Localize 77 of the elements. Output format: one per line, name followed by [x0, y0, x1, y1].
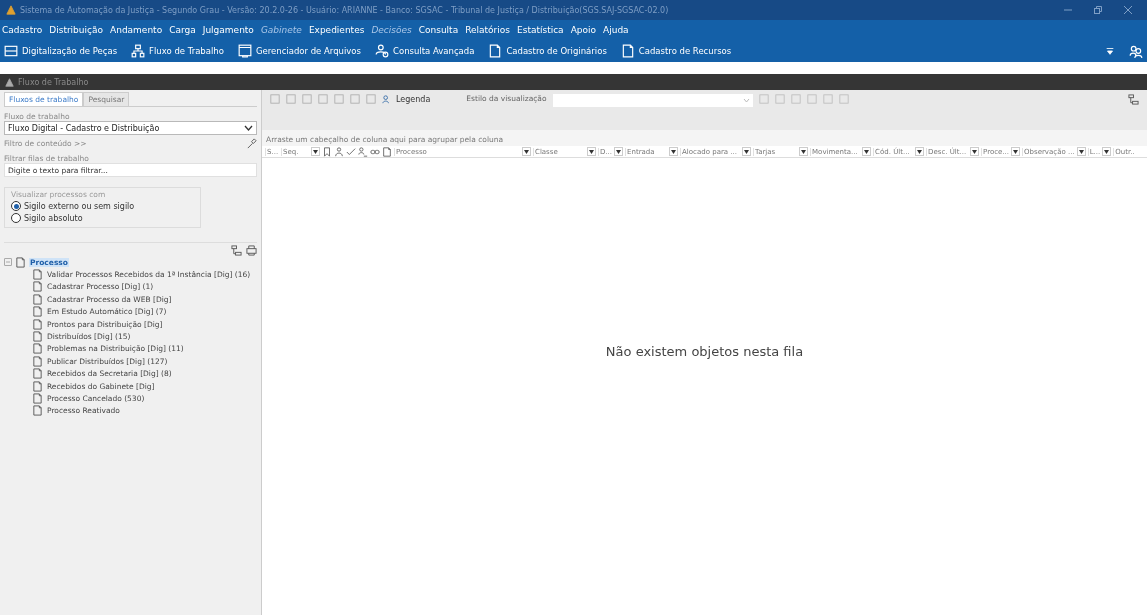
dropdown-icon[interactable]: [1105, 46, 1115, 56]
chevron-down-icon: [742, 98, 750, 103]
menu-item[interactable]: Consulta: [418, 25, 459, 35]
menu-item[interactable]: Distribuição: [49, 25, 103, 35]
column-filter-button[interactable]: [799, 147, 809, 156]
toolbar-button[interactable]: Fluxo de Trabalho: [131, 44, 224, 58]
column-filter-button[interactable]: [614, 147, 624, 156]
menu-item[interactable]: Estatística: [517, 25, 564, 35]
document-icon: [32, 293, 43, 305]
column-filter-button[interactable]: [1011, 147, 1021, 156]
column-filter-button[interactable]: [862, 147, 872, 156]
radio-option[interactable]: Sigilo externo ou sem sigilo: [11, 201, 194, 211]
restore-icon[interactable]: [1094, 6, 1102, 14]
document-icon: [32, 306, 43, 318]
app-logo-icon: [6, 5, 16, 15]
column-filter-button[interactable]: [522, 147, 531, 156]
brush-icon[interactable]: [246, 138, 257, 149]
document-icon: [32, 355, 43, 367]
radio-button[interactable]: [11, 201, 21, 211]
document-icon: [15, 256, 26, 268]
radio-option[interactable]: Sigilo absoluto: [11, 213, 194, 223]
person-icon: [334, 146, 344, 157]
toolbar-button[interactable]: Digitalização de Peças: [4, 44, 118, 58]
close-icon[interactable]: [1124, 6, 1132, 14]
bookmark-icon: [322, 146, 332, 157]
document-icon: [32, 331, 43, 343]
menu-item[interactable]: Julgamento: [202, 25, 254, 35]
users-icon[interactable]: [1129, 44, 1143, 58]
column-filter-button[interactable]: [915, 147, 925, 156]
column-filter-button[interactable]: [970, 147, 980, 156]
document-icon: [32, 343, 43, 355]
scanner-icon: [4, 44, 18, 58]
chevron-down-icon: [244, 125, 253, 131]
printer-icon[interactable]: [246, 245, 257, 256]
hierarchy-icon: [131, 44, 146, 58]
document-icon: [620, 44, 635, 58]
legend-button[interactable]: Legenda: [382, 94, 431, 105]
document-icon: [32, 405, 43, 417]
radio-button[interactable]: [11, 213, 21, 223]
check-icon: [346, 146, 356, 157]
document-icon: [32, 269, 43, 281]
panel-title: Fluxo de Trabalho: [18, 77, 89, 87]
menu-item[interactable]: Expedientes: [308, 25, 365, 35]
document-icon: [32, 368, 43, 380]
menu-item[interactable]: Andamento: [110, 25, 163, 35]
document-icon: [32, 393, 43, 404]
document-icon: [32, 318, 43, 330]
toolbar-button[interactable]: Cadastro de Originários: [488, 44, 607, 58]
menu-item[interactable]: Apoio: [570, 25, 597, 35]
menu-item[interactable]: Relatórios: [465, 25, 510, 35]
people-icon: [358, 146, 368, 157]
radio-label: Sigilo externo ou sem sigilo: [24, 201, 135, 211]
toolbar-button[interactable]: Gerenciador de Arquivos: [237, 44, 361, 58]
folder-window-icon: [237, 44, 252, 58]
column-filter-button[interactable]: [311, 147, 320, 156]
document-icon: [32, 281, 43, 293]
user-gear-icon: [375, 44, 389, 58]
window-title: Sistema de Automação da Justiça - Segundo Grau - Versão: 20.2.0-26 - Usuário: ARIANNE - Banco: SGSAC - Tribunal de Justiça / Distribuição(SGS.SAJ-SGSAC-02.0): [20, 5, 670, 15]
toolbar-button[interactable]: Cadastro de Recursos: [620, 44, 732, 58]
toolbar-button[interactable]: Consulta Avançada: [375, 44, 475, 58]
hierarchy-icon[interactable]: [231, 245, 242, 256]
empty-message: Não existem objetos nesta fila: [605, 344, 804, 359]
workflow-dropdown[interactable]: Fluxo Digital - Cadastro e Distribuição: [4, 121, 257, 135]
column-filter-button[interactable]: [587, 147, 596, 156]
column-filter-button[interactable]: [1102, 147, 1112, 156]
app-logo-icon: [5, 77, 14, 87]
column-filter-button[interactable]: [1076, 147, 1086, 156]
hierarchy-icon[interactable]: [1128, 94, 1139, 105]
column-filter-button[interactable]: [669, 147, 679, 156]
document-icon: [32, 380, 43, 392]
document-icon: [488, 44, 503, 58]
document-icon: [382, 146, 392, 157]
radio-label: Sigilo absoluto: [24, 213, 83, 223]
menu-item[interactable]: Carga: [169, 25, 196, 35]
menu-item[interactable]: Ajuda: [603, 25, 629, 35]
column-filter-button[interactable]: [742, 147, 752, 156]
menu-item[interactable]: Cadastro: [2, 25, 43, 35]
